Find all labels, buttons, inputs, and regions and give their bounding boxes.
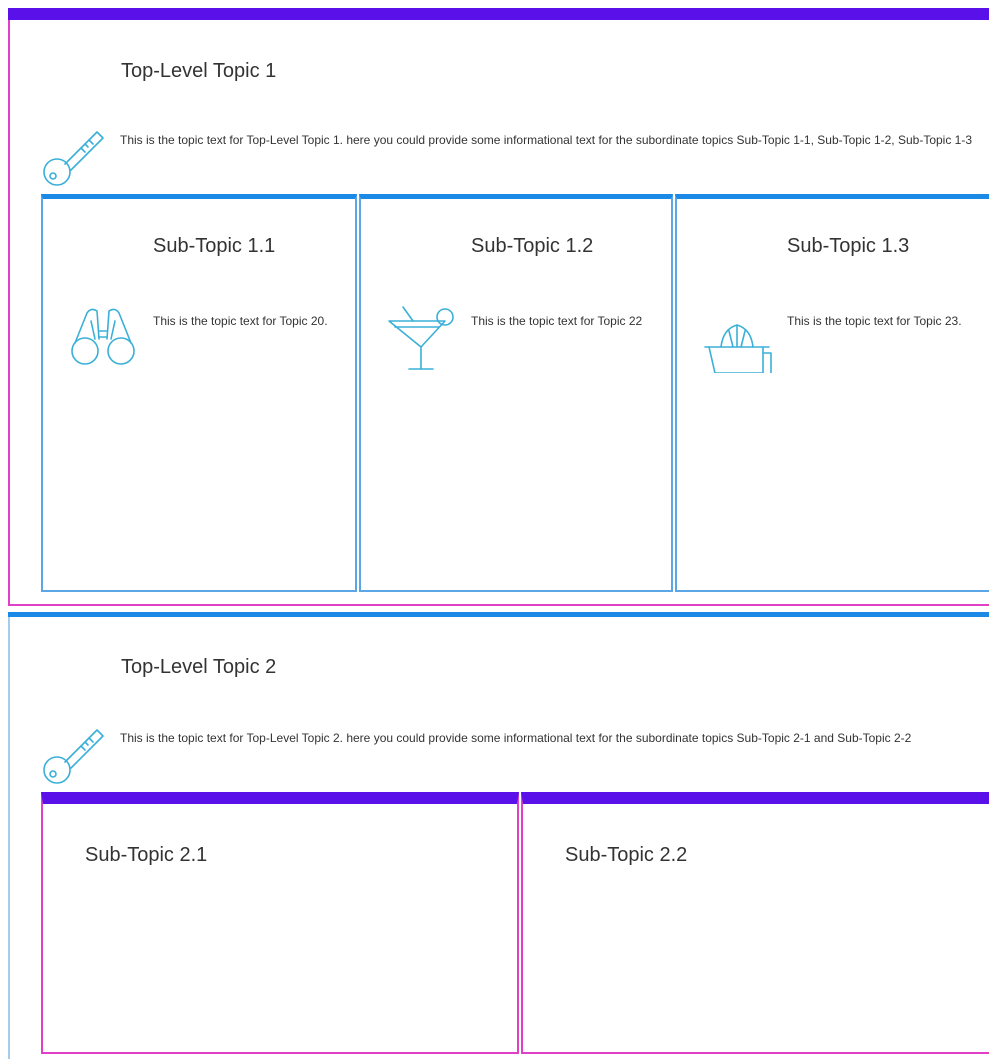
topic-panel-2: Top-Level Topic 2 This is the topic text…	[8, 612, 989, 1059]
subtopic-card[interactable]: Sub-Topic 2.2	[521, 792, 989, 1054]
subtopic-title: Sub-Topic 2.1	[85, 844, 208, 866]
key-icon	[43, 131, 104, 186]
cocktail-icon	[388, 306, 454, 370]
subtopic-card[interactable]: Sub-Topic 1.1 This is the topic text for…	[41, 194, 357, 592]
subtopic-text: This is the topic text for Topic 23.	[787, 314, 962, 328]
subtopic-row: Sub-Topic 2.1 Sub-Topic 2.2	[41, 792, 989, 1059]
subtopic-title: Sub-Topic 1.2	[471, 235, 594, 257]
topic-text: This is the topic text for Top-Level Top…	[120, 731, 912, 745]
binoculars-icon	[71, 308, 135, 365]
topic-title: Top-Level Topic 2	[121, 656, 277, 678]
topic-2-accent-bar	[8, 612, 989, 617]
juicer-icon	[704, 324, 772, 373]
subtopic-card[interactable]: Sub-Topic 2.1	[41, 792, 519, 1054]
topic-text: This is the topic text for Top-Level Top…	[120, 133, 973, 147]
topic-1-accent-bar	[8, 8, 989, 20]
subtopic-title: Sub-Topic 1.3	[787, 235, 910, 257]
subtopic-title: Sub-Topic 1.1	[153, 235, 276, 257]
key-icon	[43, 729, 104, 784]
topic-title: Top-Level Topic 1	[121, 60, 277, 82]
topic-panel-1: Top-Level Topic 1 This is the topic text…	[8, 8, 989, 606]
subtopic-card[interactable]: Sub-Topic 1.3 This is the topic text for…	[675, 194, 989, 592]
subtopic-row: Sub-Topic 1.1 This is the topic text for…	[41, 194, 989, 592]
subtopic-text: This is the topic text for Topic 20.	[153, 314, 328, 328]
subtopic-card[interactable]: Sub-Topic 1.2 This is the topic text for…	[359, 194, 673, 592]
subtopic-title: Sub-Topic 2.2	[565, 844, 688, 866]
subtopic-text: This is the topic text for Topic 22	[471, 314, 643, 328]
